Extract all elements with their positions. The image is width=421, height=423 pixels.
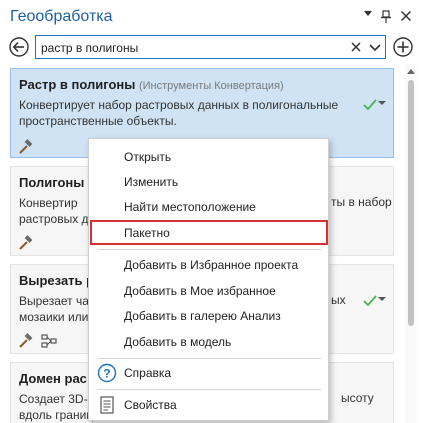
- tool-description-tail: ысоту: [341, 391, 374, 405]
- menu-item-label: Добавить в Избранное проекта: [124, 258, 299, 272]
- toolbox-name: (Инструменты Конвертация): [138, 80, 284, 92]
- model-diagram-icon: [41, 334, 57, 348]
- plus-circle-icon: [393, 37, 413, 57]
- tool-description: Конвертирует набор растровых данных в по…: [19, 98, 339, 128]
- hammer-icon: [19, 235, 33, 250]
- tool-icons: [17, 139, 77, 157]
- chevron-down-icon[interactable]: [378, 295, 386, 303]
- clear-search-button[interactable]: [348, 39, 364, 55]
- menu-item-label: Добавить в галерею Анализ: [124, 309, 281, 323]
- tool-title: Вырезать р: [19, 273, 95, 288]
- pane-header: Геообработка: [0, 0, 421, 34]
- menu-item-label: Добавить в модель: [124, 335, 232, 349]
- svg-text:?: ?: [103, 367, 110, 381]
- pin-icon: [381, 10, 391, 23]
- batch-highlight-box: [90, 220, 328, 245]
- options-menu-button[interactable]: [359, 8, 377, 26]
- menu-item-label: Добавить в Мое избранное: [124, 284, 276, 298]
- back-arrow-icon: [9, 37, 29, 57]
- menu-item-add-to-model[interactable]: Добавить в модель: [90, 330, 328, 354]
- tool-icons: [17, 235, 77, 253]
- search-row: растр в полигоны: [0, 34, 421, 60]
- menu-item-edit[interactable]: Изменить: [90, 170, 328, 194]
- menu-item-add-to-analysis-gallery[interactable]: Добавить в галерею Анализ: [90, 304, 328, 328]
- hammer-icon: [19, 333, 33, 348]
- checkmark-icon: [363, 295, 377, 307]
- close-button[interactable]: [397, 8, 415, 26]
- menu-item-add-to-my-favorites[interactable]: Добавить в Мое избранное: [90, 279, 328, 303]
- menu-item-label: Открыть: [124, 150, 172, 164]
- close-icon: [351, 42, 361, 52]
- chevron-down-icon[interactable]: [378, 99, 386, 107]
- tool-description-tail: ты в набор: [331, 195, 392, 209]
- menu-item-help[interactable]: ? Справка: [90, 361, 328, 385]
- tool-title: Полигоны: [19, 175, 85, 190]
- scroll-up-arrow-icon[interactable]: [407, 68, 415, 74]
- tool-title: Домен рас: [19, 371, 87, 386]
- menu-item-locate[interactable]: Найти местоположение: [90, 195, 328, 219]
- menu-item-properties[interactable]: Свойства: [90, 393, 328, 417]
- menu-item-label: Свойства: [124, 398, 177, 412]
- hammer-icon: [19, 139, 33, 154]
- menu-item-add-to-project-favorites[interactable]: Добавить в Избранное проекта: [90, 253, 328, 277]
- results-scrollbar[interactable]: [405, 64, 417, 423]
- chevron-down-icon: [369, 44, 381, 52]
- menu-separator: [97, 249, 321, 250]
- close-icon: [400, 10, 412, 22]
- tool-icons: [17, 333, 77, 351]
- menu-item-open[interactable]: Открыть: [90, 145, 328, 169]
- add-button[interactable]: [392, 36, 414, 58]
- search-input-value: растр в полигоны: [41, 41, 139, 55]
- menu-separator: [97, 358, 321, 359]
- menu-separator: [97, 389, 321, 390]
- menu-item-label: Изменить: [124, 175, 179, 189]
- tool-title: Растр в полигоны (Инструменты Конвертаци…: [19, 77, 284, 92]
- menu-item-label: Справка: [124, 366, 172, 380]
- pane-title: Геообработка: [10, 8, 113, 25]
- properties-icon: [100, 396, 114, 414]
- back-button[interactable]: [8, 36, 30, 58]
- tool-title-text: Растр в полигоны: [19, 77, 136, 92]
- context-menu: Открыть Изменить Найти местоположение Па…: [88, 138, 329, 421]
- checkmark-icon: [363, 99, 377, 111]
- pin-button[interactable]: [377, 8, 395, 26]
- menu-item-label: Найти местоположение: [124, 200, 256, 214]
- tool-description-tail: ых: [331, 293, 346, 307]
- chevron-down-icon: [364, 11, 372, 16]
- search-input[interactable]: растр в полигоны: [35, 35, 386, 59]
- help-icon: ?: [97, 363, 117, 383]
- scrollbar-thumb[interactable]: [408, 80, 414, 326]
- search-dropdown-button[interactable]: [367, 39, 383, 55]
